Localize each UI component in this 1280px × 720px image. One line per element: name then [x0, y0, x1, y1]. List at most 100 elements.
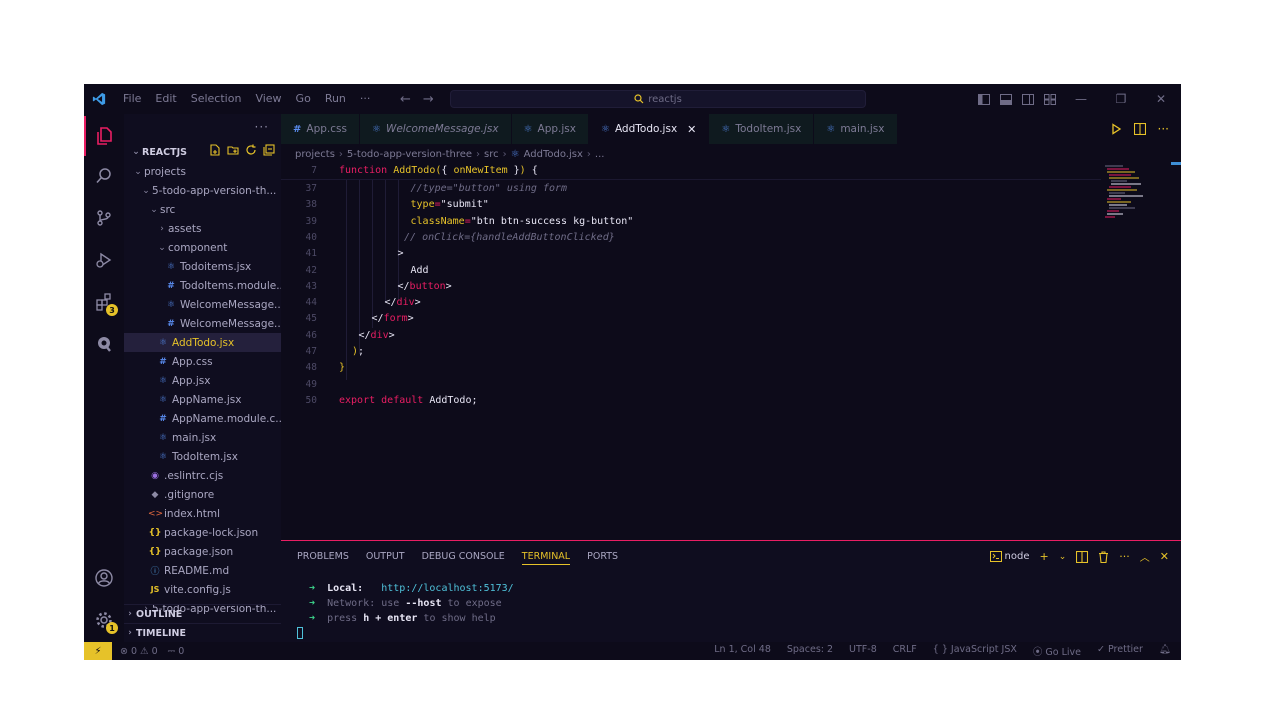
extensions-icon[interactable]: 3	[84, 282, 124, 322]
editor-tab[interactable]: ⚛ main.jsx	[814, 114, 898, 144]
customize-layout-icon[interactable]	[1039, 84, 1061, 114]
go-live-button[interactable]: ⦿ Go Live	[1033, 644, 1081, 658]
file-tree-item[interactable]: ⚛ TodoItem.jsx	[124, 447, 281, 466]
search-view-icon[interactable]	[84, 156, 124, 196]
folder-tree-item[interactable]: › assets	[124, 219, 281, 238]
scrollbar-marker[interactable]	[1171, 162, 1181, 165]
editor-tab[interactable]: ⚛ WelcomeMessage.jsx	[359, 114, 512, 144]
trash-icon[interactable]	[1098, 550, 1109, 563]
menu-item[interactable]: Go	[289, 84, 318, 114]
manage-settings-icon[interactable]: 1	[84, 600, 124, 640]
ports-indicator[interactable]: ⎓ 0	[168, 646, 185, 657]
menu-item[interactable]: File	[116, 84, 148, 114]
notifications-bell-icon[interactable]: 🔔︎	[1159, 644, 1171, 658]
file-tree-item[interactable]: {} package-lock.json	[124, 523, 281, 542]
panel-tab[interactable]: PORTS	[587, 549, 618, 565]
editor-tab[interactable]: # App.css	[281, 114, 360, 144]
minimize-icon[interactable]: —	[1061, 84, 1101, 114]
file-tree-item[interactable]: ⚛ AddTodo.jsx	[124, 333, 281, 352]
file-tree-item[interactable]: # WelcomeMessage...	[124, 314, 281, 333]
more-actions-icon[interactable]: ···	[255, 120, 269, 134]
back-arrow-icon[interactable]: ←	[400, 92, 411, 107]
file-tree-item[interactable]: ⚛ WelcomeMessage...	[124, 295, 281, 314]
close-panel-icon[interactable]: ✕	[1160, 550, 1169, 563]
menu-item[interactable]: ···	[353, 84, 378, 114]
remote-indicator-icon[interactable]: ⚡	[84, 642, 112, 660]
language-mode[interactable]: { } JavaScript JSX	[933, 644, 1017, 658]
new-file-icon[interactable]	[209, 144, 221, 156]
split-terminal-icon[interactable]	[1076, 550, 1089, 563]
panel-tab[interactable]: DEBUG CONSOLE	[422, 549, 505, 565]
breadcrumb-item[interactable]: src	[484, 149, 499, 160]
cursor-position[interactable]: Ln 1, Col 48	[714, 644, 771, 658]
close-tab-icon[interactable]: ✕	[687, 123, 696, 136]
source-control-icon[interactable]	[84, 198, 124, 238]
menu-item[interactable]: View	[248, 84, 288, 114]
split-editor-icon[interactable]	[1133, 123, 1146, 135]
file-tree-item[interactable]: JS vite.config.js	[124, 580, 281, 599]
prettier-status[interactable]: ✓ Prettier	[1097, 644, 1143, 658]
restore-icon[interactable]: ❐	[1101, 84, 1141, 114]
end-of-line[interactable]: CRLF	[893, 644, 917, 658]
file-tree-item[interactable]: # App.css	[124, 352, 281, 371]
panel-tab[interactable]: PROBLEMS	[297, 549, 349, 565]
folder-tree-item[interactable]: ⌄ src	[124, 200, 281, 219]
terminal-selector[interactable]: node	[989, 551, 1030, 562]
file-tree-item[interactable]: # AppName.module.c...	[124, 409, 281, 428]
file-tree-item[interactable]: ⚛ App.jsx	[124, 371, 281, 390]
file-tree-item[interactable]: ⚛ main.jsx	[124, 428, 281, 447]
run-play-icon[interactable]	[1110, 123, 1122, 135]
toggle-primary-sidebar-icon[interactable]	[973, 84, 995, 114]
close-window-icon[interactable]: ✕	[1141, 84, 1181, 114]
outline-section[interactable]: › OUTLINE	[124, 604, 281, 623]
terminal-output[interactable]: ➜ Local: http://localhost:5173/ ➜ Networ…	[309, 583, 514, 628]
menu-item[interactable]: Selection	[184, 84, 249, 114]
toggle-panel-icon[interactable]	[995, 84, 1017, 114]
accounts-icon[interactable]	[84, 558, 124, 598]
run-debug-icon[interactable]	[84, 240, 124, 280]
new-folder-icon[interactable]	[227, 144, 239, 156]
code-editor[interactable]: 37 //type="button" using form 38 type="subm…	[281, 162, 1181, 540]
file-tree-item[interactable]: ⚛ AppName.jsx	[124, 390, 281, 409]
folder-tree-item[interactable]: ⌄ projects	[124, 162, 281, 181]
editor-tab[interactable]: ⚛ App.jsx	[511, 114, 589, 144]
command-center-search[interactable]: reactjs	[450, 90, 866, 108]
breadcrumb-item[interactable]: AddTodo.jsx	[524, 149, 583, 160]
editor-tab[interactable]: ⚛ TodoItem.jsx	[709, 114, 815, 144]
file-tree-item[interactable]: # TodoItems.module...	[124, 276, 281, 295]
workspace-root[interactable]: ⌄ REACTJS	[124, 142, 281, 162]
file-tree-item[interactable]: ⓘ README.md	[124, 561, 281, 580]
problems-indicator[interactable]: ⊗ 0 ⚠ 0	[120, 646, 158, 657]
breadcrumb-item[interactable]: projects	[295, 149, 335, 160]
remote-explorer-icon[interactable]	[84, 324, 124, 364]
collapse-all-icon[interactable]	[263, 144, 275, 156]
refresh-icon[interactable]	[245, 144, 257, 156]
file-tree-item[interactable]: ◆ .gitignore	[124, 485, 281, 504]
encoding[interactable]: UTF-8	[849, 644, 877, 658]
indentation[interactable]: Spaces: 2	[787, 644, 833, 658]
sticky-scroll-header[interactable]: 7 function AddTodo({ onNewItem }) {	[281, 162, 1101, 180]
new-terminal-icon[interactable]: +	[1040, 550, 1049, 563]
panel-tab[interactable]: TERMINAL	[521, 549, 571, 565]
editor-more-icon[interactable]: ···	[1158, 122, 1169, 136]
chevron-down-icon[interactable]: ⌄	[1059, 552, 1067, 562]
folder-tree-item[interactable]: ⌄ 5-todo-app-version-th...	[124, 181, 281, 200]
timeline-section[interactable]: › TIMELINE	[124, 623, 281, 642]
panel-tab[interactable]: OUTPUT	[366, 549, 405, 565]
breadcrumb-item[interactable]: ...	[595, 149, 605, 160]
file-tree-item[interactable]: <> index.html	[124, 504, 281, 523]
forward-arrow-icon[interactable]: →	[423, 92, 434, 107]
file-tree-item[interactable]: ◉ .eslintrc.cjs	[124, 466, 281, 485]
toggle-secondary-sidebar-icon[interactable]	[1017, 84, 1039, 114]
minimap[interactable]	[1101, 162, 1161, 242]
file-tree-item[interactable]: {} package.json	[124, 542, 281, 561]
maximize-panel-icon[interactable]: ︿	[1140, 549, 1150, 564]
editor-tab[interactable]: ⚛ AddTodo.jsx ✕	[588, 114, 710, 144]
folder-tree-item[interactable]: ⌄ component	[124, 238, 281, 257]
breadcrumb-item[interactable]: 5-todo-app-version-three	[347, 149, 472, 160]
file-tree-item[interactable]: ⚛ Todoitems.jsx	[124, 257, 281, 276]
explorer-icon[interactable]	[84, 116, 124, 156]
menu-item[interactable]: Edit	[148, 84, 183, 114]
panel-more-icon[interactable]: ···	[1119, 550, 1130, 563]
menu-item[interactable]: Run	[318, 84, 353, 114]
